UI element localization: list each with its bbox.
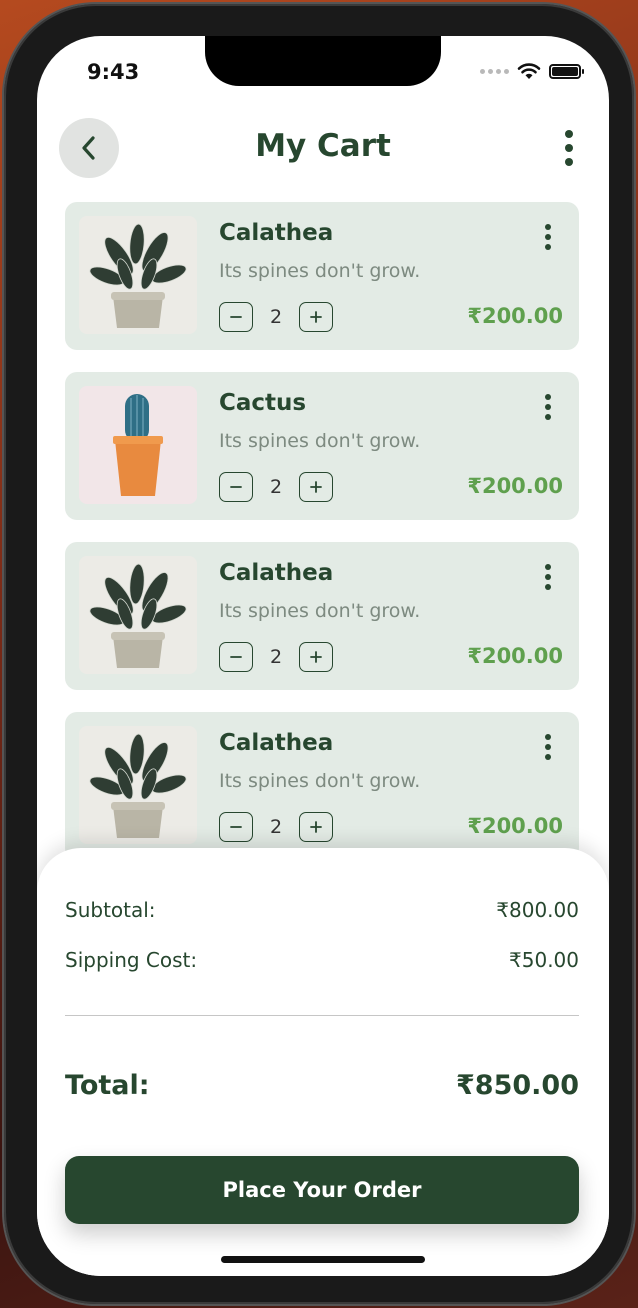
cart-list: Calathea Its spines don't grow. 2 ₹200.0… <box>65 202 579 882</box>
minus-icon <box>230 486 242 488</box>
shipping-row: Sipping Cost: ₹50.00 <box>65 948 579 972</box>
total-label: Total: <box>65 1070 150 1101</box>
quantity-stepper: 2 <box>219 812 333 842</box>
plus-icon <box>310 311 322 323</box>
phone-frame: 9:43 My Cart Calathea Its spines don't g… <box>4 4 634 1304</box>
total-row: Total: ₹850.00 <box>65 1070 579 1101</box>
cactus-plant-image <box>79 386 197 504</box>
product-description: Its spines don't grow. <box>219 260 421 282</box>
decrease-quantity-button[interactable] <box>219 642 253 672</box>
signal-icon <box>480 68 509 74</box>
cart-item[interactable]: Calathea Its spines don't grow. 2 ₹200.0… <box>65 202 579 350</box>
more-options-icon[interactable] <box>565 130 573 166</box>
product-description: Its spines don't grow. <box>219 600 421 622</box>
increase-quantity-button[interactable] <box>299 302 333 332</box>
decrease-quantity-button[interactable] <box>219 302 253 332</box>
app-screen: 9:43 My Cart Calathea Its spines don't g… <box>37 36 609 1276</box>
cart-item[interactable]: Cactus Its spines don't grow. 2 ₹200.00 <box>65 372 579 520</box>
quantity-value: 2 <box>269 476 283 498</box>
quantity-stepper: 2 <box>219 302 333 332</box>
notch <box>205 36 441 86</box>
cart-item[interactable]: Calathea Its spines don't grow. 2 ₹200.0… <box>65 712 579 860</box>
product-price: ₹200.00 <box>467 474 563 498</box>
item-options-icon[interactable] <box>545 564 551 590</box>
subtotal-row: Subtotal: ₹800.00 <box>65 898 579 922</box>
plus-icon <box>310 481 322 493</box>
item-options-icon[interactable] <box>545 224 551 250</box>
shipping-value: ₹50.00 <box>509 948 579 972</box>
calathea-plant-image <box>79 556 197 674</box>
item-options-icon[interactable] <box>545 394 551 420</box>
plus-icon <box>310 821 322 833</box>
wifi-icon <box>517 63 541 79</box>
increase-quantity-button[interactable] <box>299 472 333 502</box>
product-price: ₹200.00 <box>467 304 563 328</box>
quantity-value: 2 <box>269 646 283 668</box>
product-name: Calathea <box>219 730 334 756</box>
product-price: ₹200.00 <box>467 644 563 668</box>
divider <box>65 1015 579 1016</box>
subtotal-label: Subtotal: <box>65 898 156 922</box>
product-thumbnail[interactable] <box>79 386 197 504</box>
calathea-plant-image <box>79 726 197 844</box>
product-thumbnail[interactable] <box>79 216 197 334</box>
order-summary: Subtotal: ₹800.00 Sipping Cost: ₹50.00 T… <box>37 848 609 1276</box>
minus-icon <box>230 826 242 828</box>
product-price: ₹200.00 <box>467 814 563 838</box>
decrease-quantity-button[interactable] <box>219 472 253 502</box>
total-value: ₹850.00 <box>456 1070 579 1101</box>
quantity-value: 2 <box>269 816 283 838</box>
product-name: Calathea <box>219 560 334 586</box>
product-name: Cactus <box>219 390 307 416</box>
minus-icon <box>230 656 242 658</box>
quantity-value: 2 <box>269 306 283 328</box>
decrease-quantity-button[interactable] <box>219 812 253 842</box>
calathea-plant-image <box>79 216 197 334</box>
cart-item[interactable]: Calathea Its spines don't grow. 2 ₹200.0… <box>65 542 579 690</box>
product-name: Calathea <box>219 220 334 246</box>
product-thumbnail[interactable] <box>79 726 197 844</box>
quantity-stepper: 2 <box>219 642 333 672</box>
increase-quantity-button[interactable] <box>299 642 333 672</box>
status-icons <box>480 62 584 80</box>
battery-icon <box>549 63 584 79</box>
minus-icon <box>230 316 242 318</box>
item-options-icon[interactable] <box>545 734 551 760</box>
increase-quantity-button[interactable] <box>299 812 333 842</box>
header: My Cart <box>37 116 609 180</box>
product-description: Its spines don't grow. <box>219 770 421 792</box>
plus-icon <box>310 651 322 663</box>
home-indicator[interactable] <box>221 1256 425 1263</box>
product-thumbnail[interactable] <box>79 556 197 674</box>
subtotal-value: ₹800.00 <box>496 898 579 922</box>
place-order-button[interactable]: Place Your Order <box>65 1156 579 1224</box>
status-time: 9:43 <box>87 60 140 84</box>
shipping-label: Sipping Cost: <box>65 948 198 972</box>
page-title: My Cart <box>255 128 391 164</box>
quantity-stepper: 2 <box>219 472 333 502</box>
product-description: Its spines don't grow. <box>219 430 421 452</box>
